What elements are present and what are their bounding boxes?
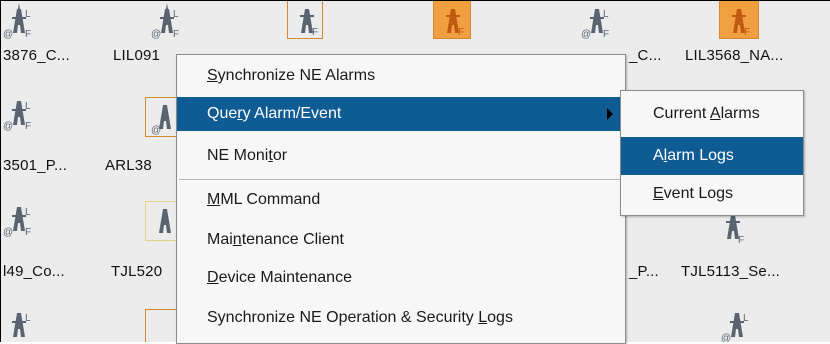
submenu-item-label: Current Alarms	[653, 105, 760, 122]
submenu-query-alarm-event: Current Alarms Alarm Logs Event Logs	[620, 90, 804, 216]
menu-item-maintenance-client[interactable]: Maintenance Client	[177, 223, 625, 257]
svg-text:@: @	[151, 125, 161, 135]
svg-text:F: F	[25, 121, 31, 132]
menu-item-label: Device Maintenance	[207, 269, 352, 286]
menu-item-label: Synchronize NE Alarms	[207, 67, 376, 84]
svg-text:L: L	[25, 9, 31, 20]
menu-item-query-alarm-event[interactable]: Query Alarm/Event	[177, 97, 625, 131]
menu-item-device-maintenance[interactable]: Device Maintenance	[177, 261, 625, 295]
svg-text:L: L	[25, 101, 31, 112]
menu-item-label: Synchronize NE Operation & Security Logs	[207, 309, 513, 326]
ne-label[interactable]: 3501_P...	[3, 157, 67, 174]
svg-text:F: F	[173, 29, 179, 40]
ne-tower-icon: L F @	[3, 101, 31, 132]
ne-label[interactable]: TJL5113_Se...	[681, 263, 780, 280]
svg-text:L: L	[25, 207, 31, 218]
svg-text:F: F	[458, 27, 464, 38]
svg-text:@: @	[3, 121, 13, 132]
ne-node[interactable]: L	[3, 307, 63, 342]
ne-node[interactable]: F	[719, 213, 779, 253]
svg-text:L: L	[25, 313, 31, 324]
ne-label[interactable]: LIL091	[113, 47, 160, 64]
ne-tower-alarm-icon: F	[446, 9, 464, 38]
menu-item-synchronize-ne-alarms[interactable]: Synchronize NE Alarms	[177, 59, 625, 93]
svg-text:L: L	[743, 313, 749, 324]
svg-text:@: @	[3, 29, 13, 40]
ne-tower-icon: L @	[721, 313, 749, 342]
svg-text:@: @	[3, 227, 13, 238]
ne-node[interactable]: L F @	[151, 3, 211, 43]
ne-tower-icon: F	[300, 9, 318, 38]
ne-node-alarm[interactable]: F	[439, 3, 499, 43]
ne-tower-icon: L F @	[151, 3, 179, 40]
svg-text:F: F	[312, 27, 318, 38]
menu-item-synchronize-ne-operation-security-logs[interactable]: Synchronize NE Operation & Security Logs	[177, 301, 625, 335]
ne-tower-icon: L F @	[3, 207, 31, 238]
svg-text:L: L	[603, 9, 609, 20]
svg-text:F: F	[25, 29, 31, 40]
ne-label[interactable]: 3876_C...	[3, 47, 70, 64]
submenu-item-current-alarms[interactable]: Current Alarms	[621, 95, 803, 133]
ne-tower-alarm-icon: F	[732, 9, 750, 38]
ne-label[interactable]: l49_Co...	[3, 263, 65, 280]
ne-node[interactable]: L @	[721, 307, 781, 342]
submenu-item-label: Alarm Logs	[653, 147, 734, 164]
ne-label[interactable]: _C...	[629, 47, 662, 64]
svg-text:F: F	[744, 27, 750, 38]
submenu-item-event-logs[interactable]: Event Logs	[621, 175, 803, 213]
ne-node[interactable]: F	[293, 3, 353, 43]
svg-text:L: L	[173, 9, 179, 20]
svg-text:F: F	[25, 227, 31, 238]
submenu-arrow-icon	[607, 108, 613, 120]
ne-tower-icon: L F @	[3, 3, 31, 40]
menu-item-label: NE Monitor	[207, 147, 288, 164]
ne-node-alarm[interactable]: F	[725, 3, 785, 43]
menu-item-ne-monitor[interactable]: NE Monitor	[177, 139, 625, 173]
ne-node[interactable]: L F @	[3, 3, 63, 43]
menu-item-label: Maintenance Client	[207, 231, 344, 248]
svg-text:@: @	[721, 333, 731, 342]
submenu-item-alarm-logs[interactable]: Alarm Logs	[621, 137, 803, 175]
ne-node[interactable]: L F @	[3, 95, 63, 135]
context-menu: Synchronize NE Alarms Query Alarm/Event …	[176, 54, 626, 344]
svg-text:@: @	[581, 29, 591, 40]
ne-tower-icon: F	[726, 215, 744, 246]
ne-label[interactable]: TJL520	[111, 263, 162, 280]
ne-tower-icon: L F @	[581, 9, 609, 40]
ne-label[interactable]: LIL3568_NA...	[685, 47, 784, 64]
ne-node[interactable]: L F @	[581, 3, 641, 43]
menu-item-label: Query Alarm/Event	[207, 105, 342, 122]
svg-text:F: F	[603, 29, 609, 40]
ne-label[interactable]: _P...	[629, 263, 659, 280]
ne-label[interactable]: ARL38	[105, 157, 152, 174]
ne-node[interactable]: L F @	[3, 201, 63, 241]
submenu-item-label: Event Logs	[653, 185, 734, 202]
ne-selection-box	[145, 309, 179, 342]
menu-item-label: MML Command	[207, 191, 321, 208]
menu-item-mml-command[interactable]: MML Command	[177, 183, 625, 217]
ne-tower-icon: L	[12, 313, 31, 337]
svg-text:F: F	[738, 235, 744, 246]
svg-text:@: @	[151, 29, 161, 40]
menu-separator	[179, 180, 623, 181]
